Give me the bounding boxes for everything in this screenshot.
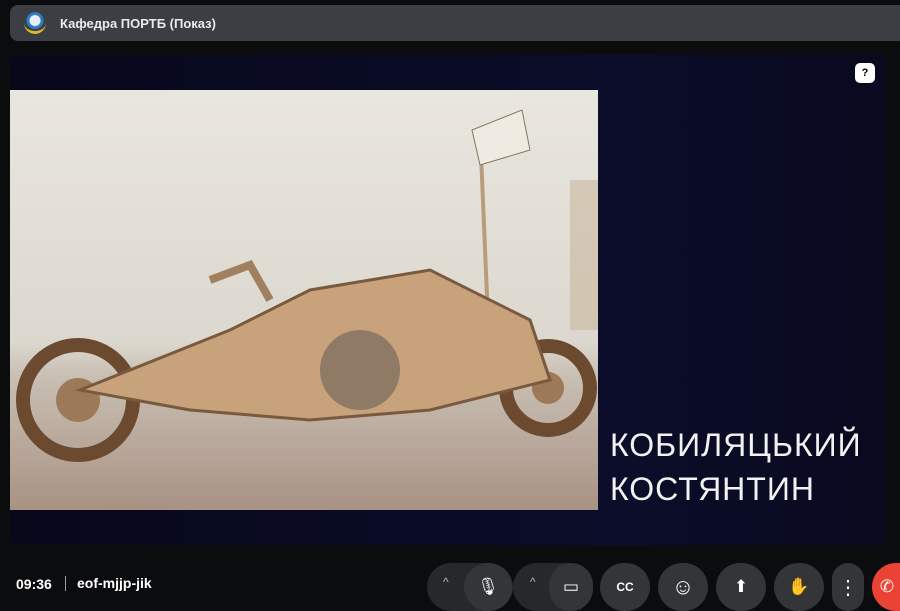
- mic-options-chevron-icon[interactable]: ^: [443, 575, 449, 589]
- title-bar: Кафедра ПОРТБ (Показ): [10, 5, 900, 41]
- divider: [65, 576, 66, 591]
- end-call-button[interactable]: ✆: [872, 563, 900, 611]
- captions-button[interactable]: CC: [600, 563, 650, 611]
- present-screen-icon: ⬆: [733, 577, 749, 596]
- camera-icon: ▭: [562, 577, 580, 596]
- more-vert-icon: ⋮: [838, 576, 858, 599]
- microphone-button[interactable]: 🎙: [464, 563, 512, 611]
- emoji-icon: ☺: [671, 574, 695, 599]
- raise-hand-button[interactable]: ✋: [774, 563, 824, 611]
- motorcycle-model-photo: [10, 90, 598, 510]
- phone-hangup-icon: ✆: [879, 577, 895, 596]
- present-button[interactable]: ⬆: [716, 563, 766, 611]
- camera-button[interactable]: ▭: [549, 563, 593, 611]
- name-line-1: КОБИЛЯЦЬКИЙ: [610, 427, 862, 463]
- hand-icon: ✋: [788, 577, 810, 596]
- app-logo-icon: [24, 12, 46, 34]
- captions-icon: CC: [616, 580, 634, 594]
- microphone-icon: 🎙: [477, 577, 499, 596]
- name-line-2: КОСТЯНТИН: [610, 471, 815, 507]
- meeting-code: eof-mjjp-jik: [77, 575, 152, 591]
- camera-options-chevron-icon[interactable]: ^: [530, 575, 536, 589]
- meeting-time: 09:36: [16, 576, 52, 592]
- reactions-button[interactable]: ☺: [658, 563, 708, 611]
- window-title: Кафедра ПОРТБ (Показ): [60, 15, 216, 31]
- meeting-controls-bar: 09:36 eof-mjjp-jik ^ 🎙 ^ ▭ CC ☺ ⬆ ✋ ⋮ ✆: [0, 560, 900, 611]
- more-options-button[interactable]: ⋮: [832, 563, 864, 611]
- motorcycle-illustration: [16, 109, 598, 462]
- presentation-stage: ? КОБИЛЯЦЬКИЙ КОСТЯНТИН: [10, 55, 885, 545]
- presenter-name: КОБИЛЯЦЬКИЙ КОСТЯНТИН: [610, 423, 862, 511]
- help-icon[interactable]: ?: [855, 63, 875, 83]
